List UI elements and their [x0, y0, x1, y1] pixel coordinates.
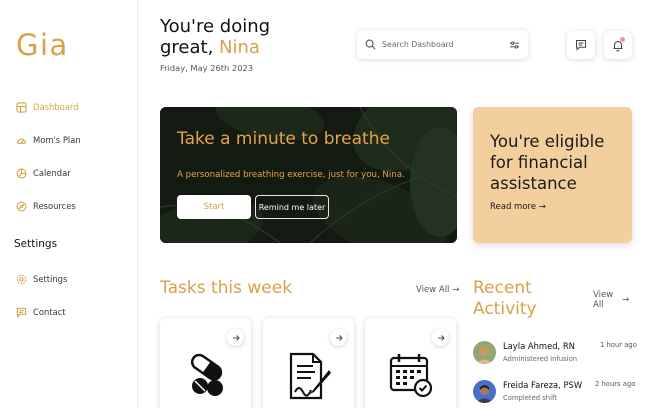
tasks-view-all-link[interactable]: View All → — [416, 285, 460, 295]
arrow-right-icon — [232, 334, 240, 341]
arrow-right-icon — [437, 334, 445, 341]
sidebar-item-resources[interactable]: Resources — [16, 198, 76, 214]
sidebar-item-label: Resources — [33, 201, 76, 211]
pie-icon — [16, 168, 27, 179]
task-card-calendar[interactable] — [365, 318, 456, 408]
activity-text: Layla Ahmed, RN Administered infusion — [503, 341, 577, 364]
read-more-link[interactable]: Read more → — [490, 202, 546, 212]
sidebar-item-label: Settings — [33, 274, 68, 284]
activity-item[interactable]: Freida Fareza, PSW Completed shift — [473, 380, 582, 403]
task-card-contract[interactable] — [263, 318, 354, 408]
sidebar-item-contact[interactable]: Contact — [16, 304, 66, 320]
greeting-prefix: great, — [160, 37, 220, 58]
sidebar-item-label: Contact — [33, 307, 66, 317]
page-title: You're doing great, Nina — [160, 16, 270, 58]
settings-heading: Settings — [14, 238, 58, 250]
task-open-button[interactable] — [330, 329, 347, 346]
avatar — [473, 380, 496, 403]
recent-activity-title-line-1: Recent — [473, 278, 532, 298]
sidebar-item-label: Calendar — [33, 168, 71, 178]
finance-title: You're eligible for financial assistance — [490, 132, 605, 193]
activity-name: Freida Fareza, PSW — [503, 380, 583, 390]
activity-time: 2 hours ago — [595, 380, 636, 388]
filter-sliders-icon[interactable] — [509, 40, 520, 50]
sidebar-item-settings[interactable]: Settings — [16, 271, 67, 287]
sidebar-item-dashboard[interactable]: Dashboard — [16, 99, 78, 115]
pill-capsule-icon — [190, 353, 223, 396]
gear-icon — [16, 274, 27, 285]
current-date: Friday, May 26th 2023 — [160, 63, 254, 73]
task-card-medication[interactable] — [160, 318, 251, 408]
breathe-title: Take a minute to breathe — [177, 129, 390, 149]
sidebar-item-label: Dashboard — [33, 102, 79, 112]
greeting-line-1: You're doing — [160, 16, 271, 37]
messages-button[interactable] — [567, 31, 595, 59]
activity-time: 1 hour ago — [600, 341, 637, 349]
gauge-icon — [16, 135, 27, 146]
message-icon — [575, 39, 587, 51]
sidebar: Gia Dashboard Mom's Plan Calendar Resour… — [0, 0, 138, 408]
sidebar-item-label: Mom's Plan — [33, 135, 81, 145]
tasks-title: Tasks this week — [160, 278, 293, 298]
compass-icon — [16, 201, 27, 212]
financial-assistance-card[interactable]: You're eligible for financial assistance… — [473, 107, 632, 243]
greeting-line-2: great, Nina — [160, 37, 270, 58]
contract-sign-icon — [289, 352, 331, 400]
calendar-check-icon — [389, 354, 433, 398]
user-name: Nina — [219, 37, 260, 58]
search-input[interactable] — [382, 40, 509, 49]
task-open-button[interactable] — [432, 329, 449, 346]
activity-text: Freida Fareza, PSW Completed shift — [503, 380, 582, 403]
activity-desc: Administered infusion — [503, 355, 578, 363]
view-all-line-2: All — [593, 300, 604, 310]
view-all-label: View All — [416, 285, 450, 295]
notifications-button[interactable] — [604, 31, 632, 59]
activity-item[interactable]: Layla Ahmed, RN Administered infusion — [473, 341, 577, 364]
recent-activity-title: Recent Activity — [473, 278, 537, 320]
notification-dot — [620, 37, 625, 42]
arrow-right-icon — [335, 334, 343, 341]
app-logo[interactable]: Gia — [16, 28, 69, 62]
breathe-subtitle: A personalized breathing exercise, just … — [177, 170, 405, 180]
search-bar[interactable] — [357, 30, 528, 59]
sidebar-item-moms-plan[interactable]: Mom's Plan — [16, 132, 81, 148]
grid-icon — [16, 101, 27, 113]
recent-activity-title-line-2: Activity — [473, 299, 537, 319]
search-icon — [365, 39, 376, 50]
start-button[interactable]: Start — [177, 195, 251, 219]
arrow-right-icon: → — [452, 285, 460, 295]
chat-icon — [16, 307, 27, 318]
activity-name: Layla Ahmed, RN — [503, 341, 575, 351]
avatar — [473, 341, 496, 364]
activity-desc: Completed shift — [503, 394, 557, 402]
view-all-line-1: View — [593, 290, 614, 300]
breathe-card: Take a minute to breathe A personalized … — [160, 107, 457, 243]
activity-view-all-link[interactable]: View All → — [593, 290, 629, 310]
sidebar-item-calendar[interactable]: Calendar — [16, 165, 71, 181]
remind-later-button[interactable]: Remind me later — [255, 195, 329, 219]
view-all-label: View All — [593, 290, 613, 310]
arrow-right-icon: → — [622, 295, 630, 305]
task-open-button[interactable] — [227, 329, 244, 346]
